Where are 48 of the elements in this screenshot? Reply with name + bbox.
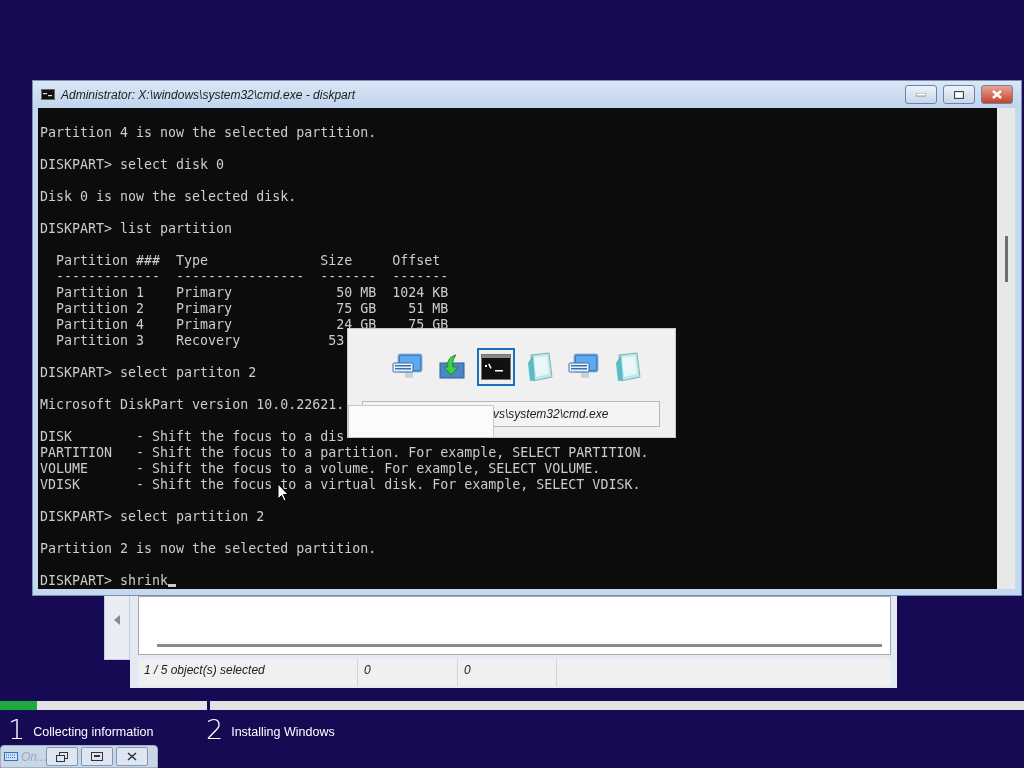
step-number: 2 [206,718,224,742]
console-line: VDISK - Shift the focus to a virtual disk. For example, SELECT VDISK. [40,477,641,492]
close-icon [992,90,1002,99]
status-text: 0 [458,659,557,686]
left-arrow-icon[interactable] [113,615,121,625]
console-line: PARTITION - Shift the focus to a partition. For example, SELECT PARTITION. [40,445,649,460]
scrollbar-thumb[interactable] [1004,236,1008,282]
step-label: Collecting information [33,725,154,739]
restore-icon [56,751,68,762]
status-text: 0 [358,659,458,686]
console-line: Microsoft DiskPart version 10.0.22621. [40,397,345,412]
close-icon [127,752,137,761]
vertical-scrollbar[interactable] [997,108,1015,589]
close-button[interactable] [981,85,1013,104]
console-icon [480,354,511,380]
console-line: Disk 0 is now the selected disk. [40,189,297,204]
text-cursor [168,584,177,587]
step-label: Installing Windows [231,725,335,739]
console-line: DISKPART> shrink [40,573,169,588]
restore-button[interactable] [46,747,78,766]
console-line: Partition 3 Recovery 53 [55,333,345,348]
maximize-button[interactable] [943,85,975,104]
console-line: VOLUME - Shift the focus to a volume. For example, SELECT VOLUME. [40,461,601,476]
console-line: Partition 2 is now the selected partition. [40,541,377,556]
console-line: DISKPART> select partition 2 [40,509,265,524]
install-arrow-icon [437,353,466,381]
console-line: ------------- ---------------- ------- ------- [55,269,449,284]
window-thumbnail[interactable] [476,348,515,386]
console-line: Partition 1 Primary 50 MB 1024 KB [55,285,449,300]
close-button[interactable] [116,747,148,766]
maximize-icon [954,90,964,99]
minimize-icon [916,92,926,97]
console-line: DISKPART> select disk 0 [40,157,225,172]
step-number: 1 [8,718,26,742]
horizontal-scrollbar[interactable] [157,644,882,647]
console-line: Partition 4 is now the selected partition. [40,125,377,140]
keyboard-icon [4,752,18,761]
console-line: Partition ### Type Size Offset [55,253,441,268]
status-text: 1 / 5 object(s) selected [138,659,358,686]
maximize-icon [91,752,103,761]
window-title: Administrator: X:\windows\system32\cmd.exe - diskpart [61,87,357,102]
minimize-button[interactable] [905,85,937,104]
maximize-button[interactable] [81,747,113,766]
console-icon [41,89,55,100]
console-line: DISKPART> list partition [40,221,233,236]
console-line: Partition 2 Primary 75 GB 51 MB [55,301,449,316]
console-line: DISKPART> select partiton 2 [40,365,257,380]
console-line: DISK - Shift the focus to a dis [40,429,345,444]
